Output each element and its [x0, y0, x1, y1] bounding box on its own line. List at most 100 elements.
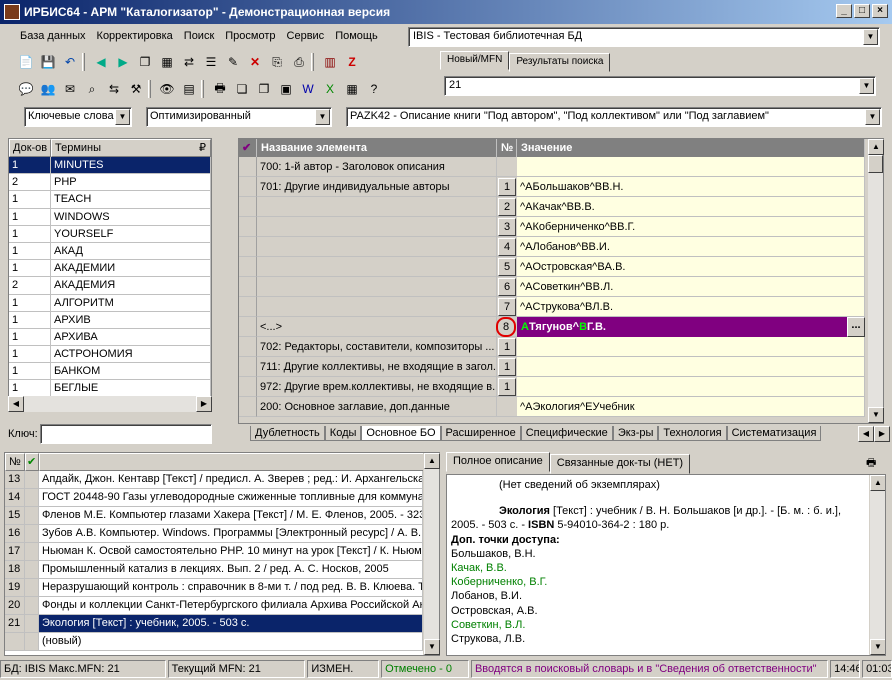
chevron-down-icon[interactable]: ▼ — [863, 29, 878, 45]
people-icon[interactable]: 👥 — [38, 80, 58, 98]
person-link[interactable]: Островская, А.В. — [451, 604, 881, 618]
excel-icon[interactable]: X — [320, 80, 340, 98]
field-row[interactable]: 2 ^AКачак^BВ.В. — [239, 197, 883, 217]
undo-icon[interactable]: ↶ — [60, 53, 80, 71]
field-row[interactable]: 5 ^AОстровская^BА.В. — [239, 257, 883, 277]
menu-view[interactable]: Просмотр — [225, 30, 275, 42]
replace-icon[interactable]: ⇄ — [179, 53, 199, 71]
tab-scroll-left-icon[interactable]: ◀ — [858, 426, 874, 442]
scroll-up-icon[interactable]: ▲ — [868, 139, 884, 155]
tab-doublet[interactable]: Дублетность — [250, 426, 325, 441]
book-icon[interactable]: ▥ — [320, 53, 340, 71]
help-icon[interactable]: ? — [364, 80, 384, 98]
tools-icon[interactable]: ⚒ — [126, 80, 146, 98]
field-value[interactable]: ^AКачак^BВ.В. — [517, 197, 865, 217]
z3950-icon[interactable]: Z — [342, 53, 362, 71]
term-row[interactable]: 2 PHP — [9, 174, 211, 192]
mfn-input[interactable]: 21 ▼ — [444, 76, 876, 96]
occurrence-num[interactable]: 5 — [498, 258, 516, 276]
merge-icon[interactable]: ⇆ — [104, 80, 124, 98]
list-icon[interactable]: ☰ — [201, 53, 221, 71]
scroll-up-icon[interactable]: ▲ — [870, 475, 885, 491]
person-link[interactable]: Лобанов, В.И. — [451, 589, 881, 603]
tab-systematization[interactable]: Систематизация — [726, 426, 822, 441]
printer-icon[interactable]: 🖶 — [866, 454, 884, 470]
folder-icon[interactable]: ▤ — [179, 80, 199, 98]
scroll-up-icon[interactable]: ▲ — [424, 453, 440, 469]
editor-col-num[interactable]: № — [497, 139, 517, 157]
record-check[interactable] — [25, 597, 39, 615]
scroll-down-icon[interactable]: ▼ — [424, 639, 440, 655]
record-check[interactable] — [25, 615, 39, 633]
occurrence-num[interactable]: 4 — [498, 238, 516, 256]
term-row[interactable]: 1 TEACH — [9, 191, 211, 209]
import-icon[interactable]: ⎘ — [267, 53, 287, 71]
record-check[interactable] — [25, 489, 39, 507]
field-value[interactable] — [517, 337, 865, 357]
editor-col-name[interactable]: Название элемента — [257, 139, 497, 157]
field-value[interactable]: ^AСтрукова^BЛ.В. — [517, 297, 865, 317]
record-row[interactable]: 20 Фонды и коллекции Санкт-Петербургского… — [5, 597, 439, 615]
person-link[interactable]: Струкова, Л.В. — [451, 632, 881, 646]
menu-search[interactable]: Поиск — [184, 30, 214, 42]
table-icon[interactable]: ▦ — [342, 80, 362, 98]
editor-col-value[interactable]: Значение — [517, 139, 865, 157]
terms-hscroll[interactable]: ◀ ▶ — [8, 396, 212, 412]
terms-col-docs[interactable]: Док-ов — [9, 139, 51, 157]
records-vscroll[interactable]: ▲ ▼ — [423, 453, 440, 655]
scroll-left-icon[interactable]: ◀ — [8, 396, 24, 412]
tab-scroll-right-icon[interactable]: ▶ — [874, 426, 890, 442]
records-col-num[interactable]: № — [5, 453, 25, 471]
tab-new-mfn[interactable]: Новый/MFN — [440, 51, 510, 70]
tab-copies[interactable]: Экз-ры — [612, 426, 659, 441]
record-check[interactable] — [25, 507, 39, 525]
person-link[interactable]: Коберниченко, В.Г. — [451, 575, 881, 589]
doc-icon[interactable]: ❏ — [232, 80, 252, 98]
field-value[interactable]: ^AБольшаков^BВ.Н. — [517, 177, 865, 197]
pin-icon[interactable]: ₽ — [199, 140, 206, 156]
field-row[interactable]: 7 ^AСтрукова^BЛ.В. — [239, 297, 883, 317]
chat-icon[interactable]: 💬 — [16, 80, 36, 98]
term-row[interactable]: 1 АКАД — [9, 242, 211, 261]
view-icon[interactable]: 👁 — [157, 80, 177, 98]
record-row[interactable]: (новый) — [5, 633, 439, 651]
desc-vscroll[interactable]: ▲ ▼ — [869, 475, 885, 655]
menu-database[interactable]: База данных — [20, 30, 86, 42]
term-row[interactable]: 1 БАНКОМ — [9, 363, 211, 381]
export-icon[interactable]: ⎙ — [289, 53, 309, 71]
field-row[interactable]: 972: Другие врем.коллективы, не входящие… — [239, 377, 883, 397]
field-value[interactable]: ^AСоветкин^BВ.Л. — [517, 277, 865, 297]
field-row[interactable]: 702: Редакторы, составители, композиторы… — [239, 337, 883, 357]
term-row[interactable]: 1 MINUTES — [9, 157, 211, 175]
tab-extended[interactable]: Расширенное — [440, 426, 521, 441]
occurrence-num[interactable]: 3 — [498, 218, 516, 236]
record-check[interactable] — [25, 561, 39, 579]
term-row[interactable]: 1 АЛГОРИТМ — [9, 294, 211, 312]
field-row[interactable]: <...> 8 AТягунов^BГ.В.... — [239, 317, 883, 337]
record-row[interactable]: 16 Зубов А.В. Компьютер. Windows. Програм… — [5, 525, 439, 543]
dictionary-select[interactable]: Ключевые слова ▼ — [24, 107, 132, 127]
tab-technology[interactable]: Технология — [658, 426, 727, 441]
occurrence-num[interactable]: 8 — [496, 317, 516, 337]
record-row[interactable]: 13 Апдайк, Джон. Кентавр [Текст] / предис… — [5, 471, 439, 489]
term-row[interactable]: 1 АРХИВА — [9, 328, 211, 347]
record-check[interactable] — [25, 525, 39, 543]
minimize-button[interactable]: _ — [836, 4, 852, 18]
menu-service[interactable]: Сервис — [287, 30, 325, 42]
save-icon[interactable]: 💾 — [38, 53, 58, 71]
worksheet-select[interactable]: PAZK42 - Описание книги "Под автором", "… — [346, 107, 882, 127]
scroll-right-icon[interactable]: ▶ — [196, 396, 212, 412]
delete-icon[interactable]: ✕ — [245, 53, 265, 71]
field-row[interactable]: 711: Другие коллективы, не входящие в за… — [239, 357, 883, 377]
field-value[interactable]: ^AКоберниченко^BВ.Г. — [517, 217, 865, 237]
occurrence-num[interactable]: 1 — [498, 378, 516, 396]
tab-linked-docs[interactable]: Связанные док-ты (НЕТ) — [549, 454, 691, 474]
occurrence-num[interactable]: 2 — [498, 198, 516, 216]
record-check[interactable] — [25, 579, 39, 597]
close-button[interactable]: × — [872, 4, 888, 18]
new-icon[interactable]: 📄 — [16, 53, 36, 71]
occurrence-num[interactable]: 6 — [498, 278, 516, 296]
mode-select[interactable]: Оптимизированный ▼ — [146, 107, 332, 127]
record-row[interactable]: 17 Ньюман К. Освой самостоятельно PHP. 10… — [5, 543, 439, 561]
copy-icon[interactable]: ❐ — [135, 53, 155, 71]
